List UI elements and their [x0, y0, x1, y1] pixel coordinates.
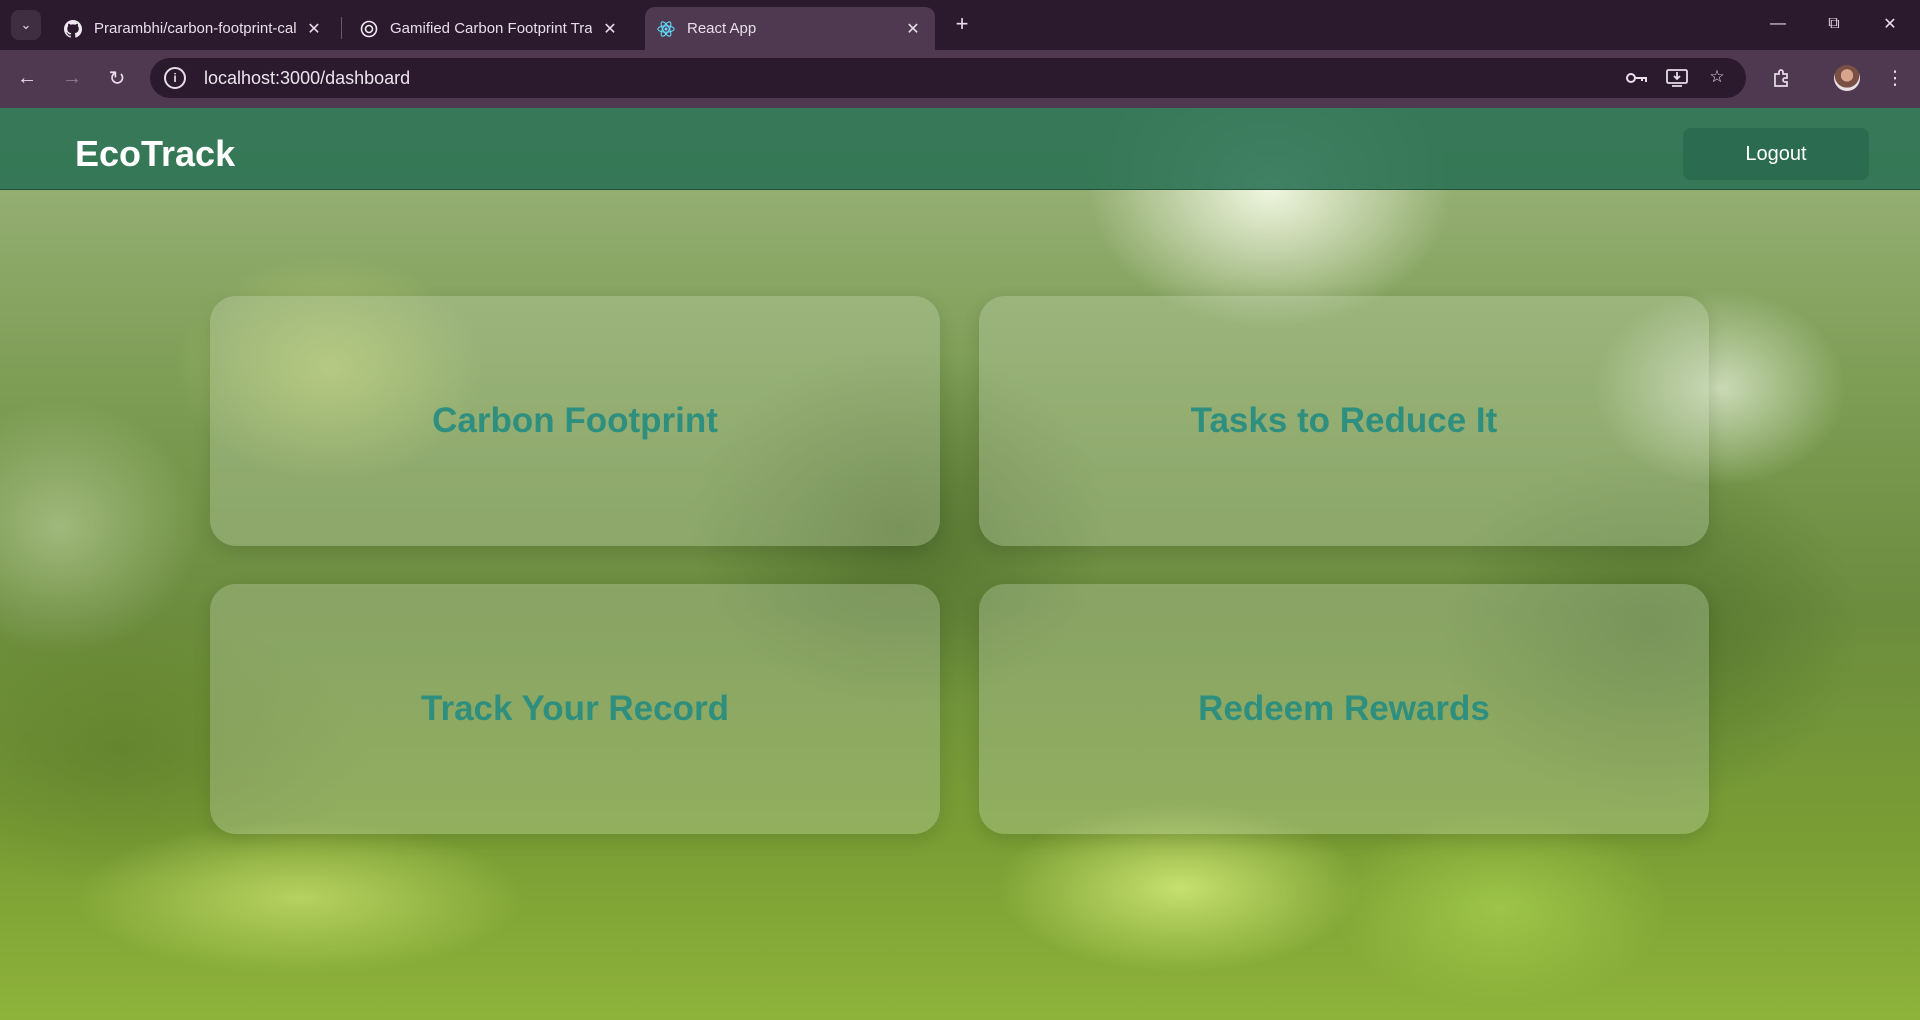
profile-avatar[interactable] [1834, 65, 1860, 91]
logout-button[interactable]: Logout [1683, 128, 1869, 180]
tab-divider [341, 17, 342, 39]
kebab-menu-icon[interactable]: ⋮ [1880, 63, 1910, 93]
arrow-left-icon: ← [17, 66, 37, 89]
reload-button[interactable]: ↻ [101, 62, 133, 94]
browser-tabstrip: ⌄ Prarambhi/carbon-footprint-cal ✕ Gamif… [0, 0, 1920, 50]
track-record-card[interactable]: Track Your Record [210, 584, 940, 834]
tab-chatgpt[interactable]: Gamified Carbon Footprint Trac ✕ [348, 7, 632, 50]
tab-title: Prarambhi/carbon-footprint-cal [94, 20, 296, 37]
redeem-rewards-card[interactable]: Redeem Rewards [979, 584, 1709, 834]
minimize-button[interactable]: — [1750, 0, 1806, 48]
arrow-right-icon: → [62, 66, 82, 89]
card-label: Carbon Footprint [432, 401, 718, 440]
plus-icon: + [955, 11, 969, 36]
restore-icon: ⧉ [1828, 15, 1840, 32]
site-info-icon[interactable]: i [164, 67, 186, 89]
carbon-footprint-card[interactable]: Carbon Footprint [210, 296, 940, 546]
dashboard-page: EcoTrack Logout Carbon Footprint Tasks t… [0, 108, 1920, 1020]
close-icon: ✕ [1883, 16, 1897, 33]
app-logo[interactable]: EcoTrack [75, 133, 235, 175]
browser-toolbar: ← → ↻ i localhost:3000/dashboard ☆ ⋮ [0, 50, 1920, 108]
app-navbar: EcoTrack Logout [0, 108, 1920, 190]
minimize-icon: — [1770, 15, 1786, 32]
close-icon[interactable]: ✕ [304, 19, 324, 39]
url-text: localhost:3000/dashboard [204, 67, 411, 88]
restore-button[interactable]: ⧉ [1806, 0, 1862, 48]
openai-icon [360, 20, 378, 38]
card-label: Tasks to Reduce It [1190, 401, 1498, 440]
chevron-down-icon: ⌄ [20, 17, 32, 32]
forward-button[interactable]: → [56, 62, 88, 94]
tab-title: Gamified Carbon Footprint Trac [390, 20, 592, 37]
card-label: Redeem Rewards [1198, 689, 1490, 728]
tab-title: React App [687, 20, 757, 37]
reload-icon: ↻ [108, 67, 126, 90]
react-icon [657, 20, 675, 38]
close-icon[interactable]: ✕ [600, 19, 620, 39]
tab-search-button[interactable]: ⌄ [11, 10, 41, 40]
address-bar[interactable]: i localhost:3000/dashboard [150, 58, 1746, 98]
close-window-button[interactable]: ✕ [1862, 0, 1918, 48]
new-tab-button[interactable]: + [948, 10, 976, 38]
back-button[interactable]: ← [11, 62, 43, 94]
close-icon[interactable]: ✕ [903, 19, 923, 39]
key-icon[interactable] [1626, 67, 1648, 89]
extensions-icon[interactable] [1767, 63, 1797, 93]
install-app-icon[interactable] [1666, 67, 1688, 89]
github-icon [64, 19, 82, 38]
tasks-card[interactable]: Tasks to Reduce It [979, 296, 1709, 546]
star-icon[interactable]: ☆ [1706, 66, 1728, 88]
card-label: Track Your Record [421, 689, 729, 728]
tab-github[interactable]: Prarambhi/carbon-footprint-cal ✕ [52, 7, 336, 50]
tab-react-app[interactable]: React App ✕ [645, 7, 935, 50]
